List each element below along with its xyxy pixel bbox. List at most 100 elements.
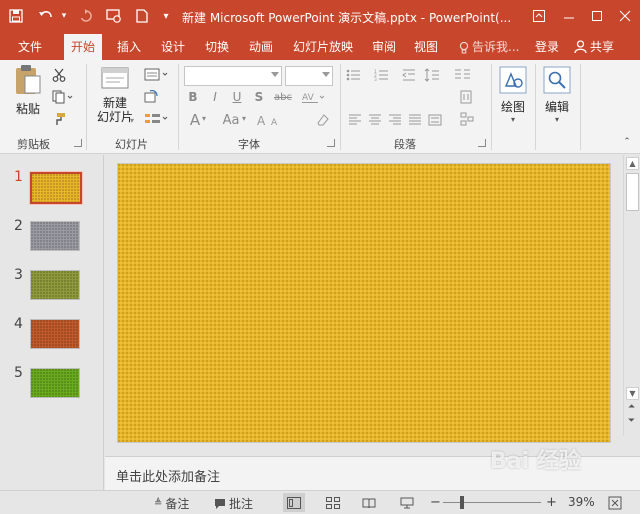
zoom-in-icon[interactable]: +: [546, 495, 557, 510]
smartart-icon[interactable]: [458, 110, 476, 128]
font-color-dropdown-icon[interactable]: ▾: [202, 114, 206, 123]
minimize-icon[interactable]: [558, 5, 580, 27]
tab-design[interactable]: 设计: [161, 34, 185, 60]
share-button[interactable]: 共享: [574, 34, 614, 60]
zoom-slider-knob[interactable]: [460, 496, 465, 509]
notes-toggle-label: 备注: [165, 497, 190, 511]
distribute-icon[interactable]: [426, 112, 444, 128]
clipboard-launcher-icon[interactable]: [74, 139, 82, 147]
slide-thumbnail-1[interactable]: [30, 172, 82, 204]
underline-button[interactable]: U: [230, 88, 244, 106]
zoom-out-icon[interactable]: −: [430, 495, 441, 510]
paste-dropdown-icon[interactable]: ▾: [30, 108, 34, 117]
font-size-combo[interactable]: [285, 66, 333, 86]
layout-icon[interactable]: [142, 66, 172, 84]
svg-text:A: A: [257, 114, 266, 127]
drawing-button[interactable]: 绘图 ▾: [496, 66, 530, 130]
tab-file[interactable]: 文件: [18, 34, 42, 60]
tab-slideshow[interactable]: 幻灯片放映: [293, 34, 353, 60]
tab-home[interactable]: 开始: [64, 34, 103, 60]
decrease-indent-icon[interactable]: [400, 66, 418, 84]
clipboard-icon: [16, 65, 41, 94]
tab-transitions[interactable]: 切换: [205, 34, 229, 60]
text-direction-icon[interactable]: [458, 88, 476, 106]
slide-thumbnail-2[interactable]: [30, 221, 80, 251]
slide-thumbnail-5[interactable]: [30, 368, 80, 398]
page-nav: ⏶ ⏷: [623, 400, 640, 436]
current-slide[interactable]: [117, 163, 611, 443]
new-doc-icon[interactable]: [132, 6, 152, 26]
scroll-up-icon[interactable]: ▲: [626, 157, 639, 170]
font-grow-shrink-icon[interactable]: AA: [256, 110, 286, 130]
undo-icon[interactable]: [36, 6, 56, 26]
change-case-button[interactable]: Aa: [220, 110, 242, 130]
scroll-down-icon[interactable]: ▼: [626, 387, 639, 400]
ribbon-display-icon[interactable]: [528, 5, 550, 27]
italic-button[interactable]: I: [208, 88, 222, 106]
columns-icon[interactable]: [452, 66, 474, 84]
scroll-thumb[interactable]: [626, 173, 639, 211]
paragraph-launcher-icon[interactable]: [478, 139, 486, 147]
group-divider: [86, 64, 87, 150]
align-center-icon[interactable]: [366, 112, 384, 128]
tell-me-box[interactable]: 告诉我...: [459, 34, 519, 60]
slideshow-icon[interactable]: [104, 6, 124, 26]
format-painter-icon[interactable]: [50, 110, 68, 128]
font-launcher-icon[interactable]: [327, 139, 335, 147]
slide-thumbnail-3[interactable]: [30, 270, 80, 300]
maximize-icon[interactable]: [586, 5, 608, 27]
next-slide-icon[interactable]: ⏷: [623, 414, 640, 428]
tab-review[interactable]: 审阅: [372, 34, 396, 60]
customize-icon[interactable]: ▾: [156, 6, 176, 26]
save-icon[interactable]: [6, 6, 26, 26]
new-slide-icon: [101, 67, 129, 89]
fit-to-window-icon[interactable]: [604, 493, 626, 512]
paste-button[interactable]: 粘贴: [8, 64, 48, 124]
collapse-ribbon-icon[interactable]: ⌃: [620, 136, 634, 148]
slide-sorter-icon[interactable]: [322, 493, 344, 512]
strikethrough-button[interactable]: abc: [270, 88, 296, 106]
redo-icon[interactable]: [76, 6, 96, 26]
font-color-button[interactable]: A: [188, 110, 202, 130]
vertical-scrollbar[interactable]: ▲ ▼: [623, 155, 640, 436]
line-spacing-icon[interactable]: [422, 66, 442, 84]
copy-icon[interactable]: [50, 88, 76, 106]
section-icon[interactable]: [142, 110, 172, 128]
login-link[interactable]: 登录: [535, 34, 559, 60]
drawing-label: 绘图: [500, 100, 525, 114]
zoom-level[interactable]: 39%: [568, 495, 595, 509]
slide-thumbnail-4[interactable]: [30, 319, 80, 349]
align-right-icon[interactable]: [386, 112, 404, 128]
bold-button[interactable]: B: [186, 88, 200, 106]
font-name-combo[interactable]: [184, 66, 282, 86]
undo-dropdown-icon[interactable]: ▾: [54, 6, 74, 26]
comments-toggle[interactable]: 批注: [214, 495, 253, 512]
tab-insert[interactable]: 插入: [117, 34, 141, 60]
tab-view[interactable]: 视图: [414, 34, 438, 60]
tab-animations[interactable]: 动画: [249, 34, 273, 60]
reading-view-icon[interactable]: [358, 493, 380, 512]
close-icon[interactable]: [614, 5, 636, 27]
thumbnail-number: 5: [14, 365, 23, 381]
person-icon: [574, 40, 587, 54]
zoom-slider[interactable]: [443, 502, 541, 503]
drawing-dropdown-icon: ▾: [510, 115, 515, 124]
new-slide-dropdown-icon[interactable]: ▾: [130, 116, 134, 125]
change-case-dropdown-icon[interactable]: ▾: [242, 114, 246, 123]
normal-view-icon[interactable]: [283, 493, 305, 512]
char-spacing-icon[interactable]: AV: [298, 88, 328, 106]
editing-button[interactable]: 编辑 ▾: [540, 66, 574, 130]
justify-icon[interactable]: [406, 112, 424, 128]
numbering-icon[interactable]: 123: [372, 66, 396, 84]
reset-icon[interactable]: [142, 88, 160, 106]
clear-format-icon[interactable]: [314, 110, 332, 130]
shadow-button[interactable]: S: [252, 88, 266, 106]
previous-slide-icon[interactable]: ⏶: [623, 400, 640, 414]
comment-icon: [215, 498, 225, 509]
bullets-icon[interactable]: [344, 66, 368, 84]
slideshow-view-icon[interactable]: [396, 493, 418, 512]
cut-icon[interactable]: [50, 66, 68, 84]
notes-placeholder: 单击此处添加备注: [116, 470, 221, 485]
align-left-icon[interactable]: [346, 112, 364, 128]
notes-toggle[interactable]: ≜ 备注: [154, 495, 189, 512]
